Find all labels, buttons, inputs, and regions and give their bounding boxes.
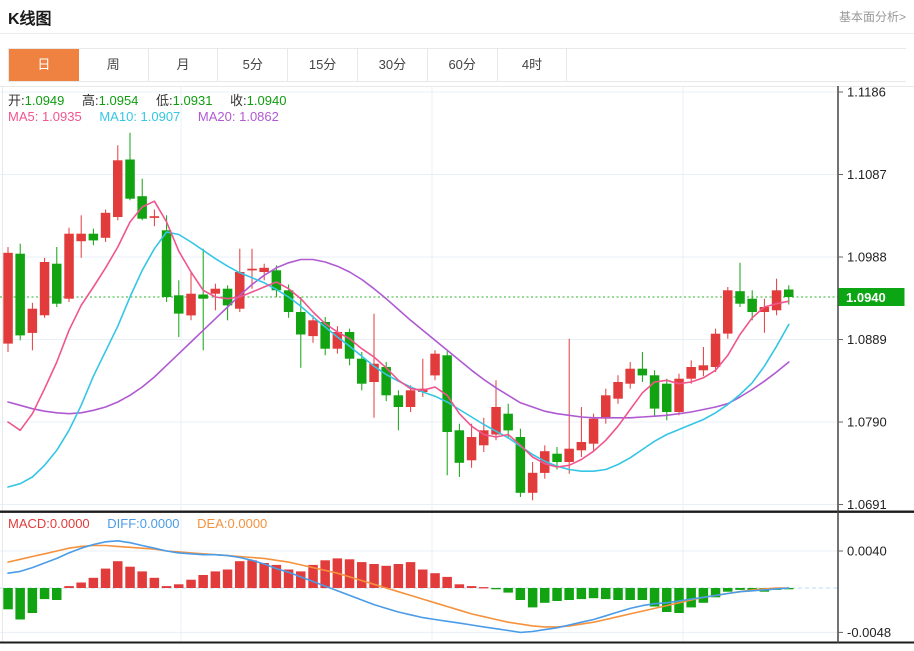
ma10-legend: MA10: 1.0907 xyxy=(99,109,181,124)
fundamental-analysis-link[interactable]: 基本面分析> xyxy=(839,8,906,25)
tab-day[interactable]: 日 xyxy=(9,49,79,81)
svg-text:-0.0048: -0.0048 xyxy=(847,625,891,640)
tab-30min[interactable]: 30分 xyxy=(357,49,428,81)
high-value: 1.0954 xyxy=(98,93,139,108)
page-title: K线图 xyxy=(8,11,52,28)
macd-value: MACD:0.0000 xyxy=(8,516,90,531)
close-label: 收: xyxy=(230,93,247,108)
current-price-badge: 1.0940 xyxy=(838,288,905,306)
macd-legend: MACD:0.0000 DIFF:0.0000 DEA:0.0000 xyxy=(8,516,267,531)
tab-4hour[interactable]: 4时 xyxy=(497,49,568,81)
ma-legend: MA5: 1.0935 MA10: 1.0907 MA20: 1.0862 xyxy=(8,109,279,124)
close-value: 1.0940 xyxy=(246,93,287,108)
low-value: 1.0931 xyxy=(172,93,213,108)
tab-5min[interactable]: 5分 xyxy=(218,49,289,81)
tab-15min[interactable]: 15分 xyxy=(288,49,358,81)
low-label: 低: xyxy=(156,93,173,108)
tab-month[interactable]: 月 xyxy=(148,49,219,81)
svg-text:1.0691: 1.0691 xyxy=(847,497,887,512)
svg-text:0.0040: 0.0040 xyxy=(847,544,887,559)
kline-chart[interactable]: 1.1186 1.1087 1.0988 1.0889 1.0790 1.0691 0.00… xyxy=(0,85,914,646)
open-value: 1.0949 xyxy=(24,93,65,108)
tab-week[interactable]: 周 xyxy=(78,49,149,81)
diff-value: DIFF:0.0000 xyxy=(107,516,180,531)
period-tabbar: 日周月 5分 15分 30分 60分 4时 xyxy=(8,48,906,82)
svg-text:1.0988: 1.0988 xyxy=(847,250,887,265)
svg-text:1.1186: 1.1186 xyxy=(847,86,886,100)
macd-layer xyxy=(3,558,794,620)
ohlc-legend: 开:1.0949 高:1.0954 低:1.0931 收:1.0940 xyxy=(8,90,286,109)
high-label: 高: xyxy=(82,93,99,108)
dea-value: DEA:0.0000 xyxy=(197,516,268,531)
title-separator xyxy=(0,33,914,34)
svg-text:1.0889: 1.0889 xyxy=(847,332,887,347)
svg-text:1.0790: 1.0790 xyxy=(847,415,887,430)
svg-text:1.1087: 1.1087 xyxy=(847,167,887,182)
open-label: 开: xyxy=(8,93,25,108)
ma5-legend: MA5: 1.0935 xyxy=(8,109,82,124)
chart-svg[interactable]: 1.1186 1.1087 1.0988 1.0889 1.0790 1.0691 0.00… xyxy=(0,85,914,646)
svg-text:1.0940: 1.0940 xyxy=(846,290,886,305)
ma20-legend: MA20: 1.0862 xyxy=(197,109,279,124)
tab-60min[interactable]: 60分 xyxy=(427,49,498,81)
